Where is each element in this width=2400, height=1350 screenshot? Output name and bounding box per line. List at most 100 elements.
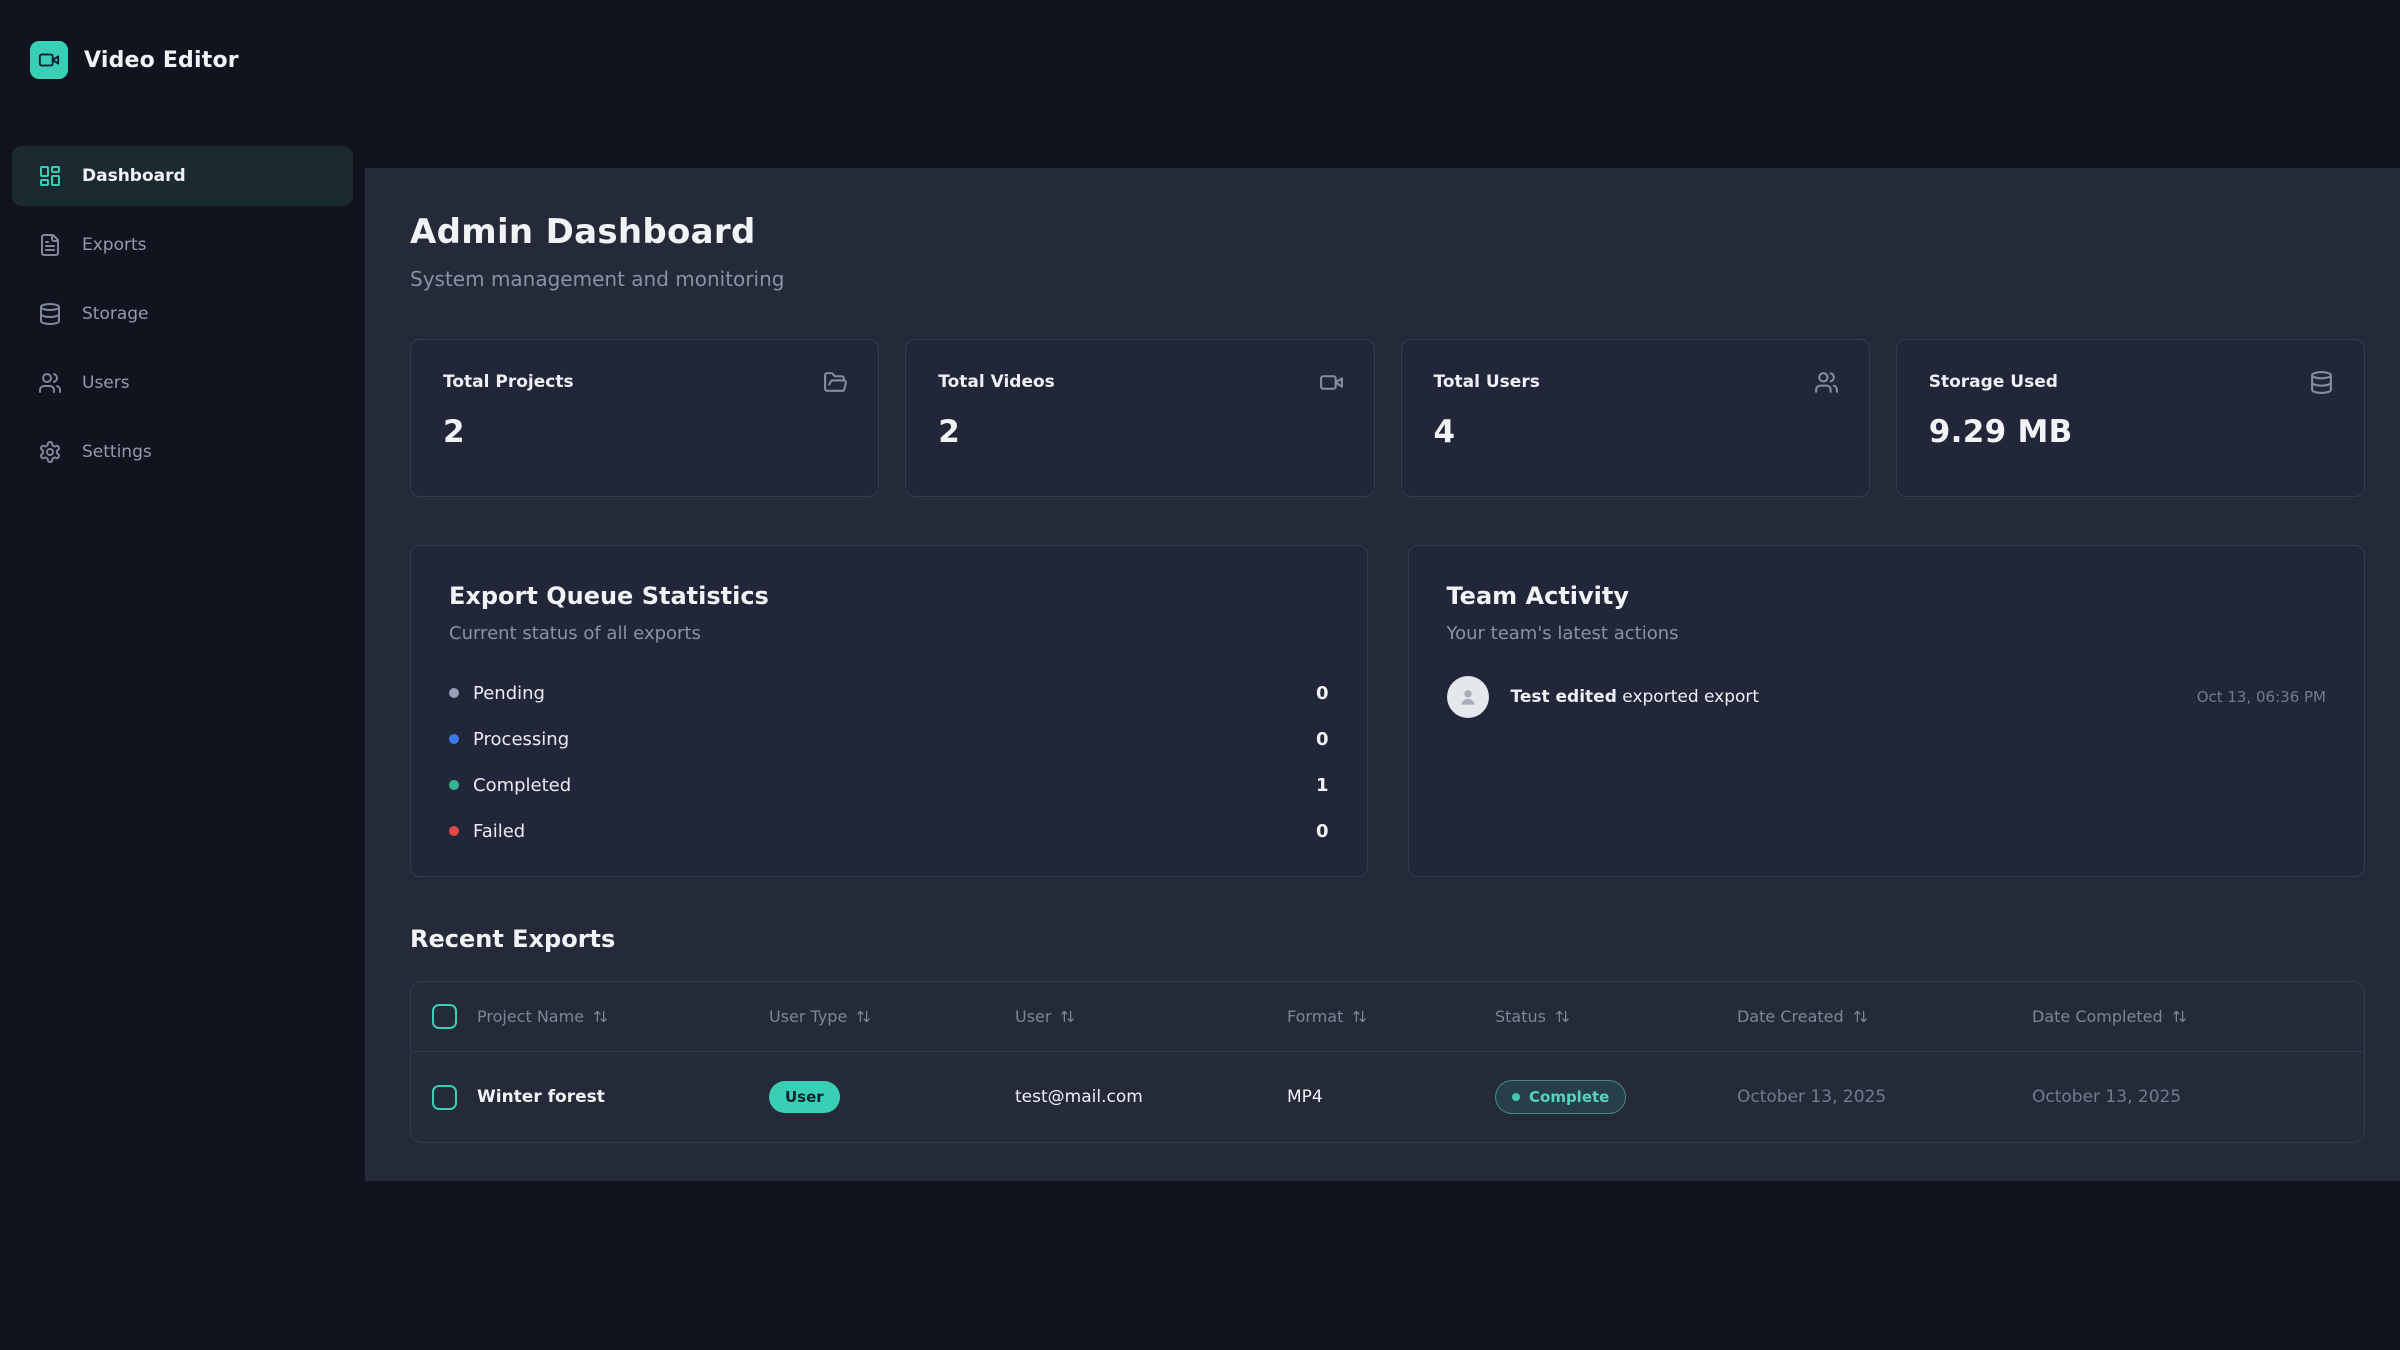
status-label: Complete — [1529, 1088, 1609, 1106]
sort-icon — [1060, 1009, 1075, 1024]
column-header-date-created[interactable]: Date Created — [1737, 1007, 2032, 1026]
stat-card-total-videos: Total Videos 2 — [905, 339, 1374, 497]
sort-icon — [593, 1009, 608, 1024]
sidebar-item-settings[interactable]: Settings — [12, 422, 353, 482]
column-label: User Type — [769, 1007, 847, 1026]
users-icon — [38, 371, 62, 395]
queue-value: 0 — [1316, 821, 1329, 842]
stat-label: Total Users — [1434, 372, 1837, 392]
folder-open-icon — [823, 370, 848, 395]
video-camera-icon — [1319, 370, 1344, 395]
middle-panels: Export Queue Statistics Current status o… — [410, 545, 2365, 877]
column-header-user[interactable]: User — [1015, 1007, 1287, 1026]
status-badge: Complete — [1495, 1080, 1626, 1114]
status-dot — [1512, 1093, 1520, 1101]
stat-card-total-projects: Total Projects 2 — [410, 339, 879, 497]
stat-value: 2 — [443, 414, 846, 450]
queue-label: Pending — [473, 683, 545, 704]
column-label: Status — [1495, 1007, 1546, 1026]
sidebar-item-exports[interactable]: Exports — [12, 215, 353, 275]
queue-label: Processing — [473, 729, 569, 750]
sidebar-item-storage[interactable]: Storage — [12, 284, 353, 344]
sort-icon — [1853, 1009, 1868, 1024]
sidebar-item-label: Dashboard — [82, 166, 186, 186]
column-header-user-type[interactable]: User Type — [769, 1007, 1015, 1026]
database-icon — [38, 302, 62, 326]
recent-exports-table: Project Name User Type User Format Statu… — [410, 981, 2365, 1143]
column-label: Project Name — [477, 1007, 584, 1026]
page-title: Admin Dashboard — [410, 212, 2365, 252]
column-header-date-completed[interactable]: Date Completed — [2032, 1007, 2364, 1026]
cell-status: Complete — [1495, 1080, 1737, 1114]
queue-list: Pending 0 Processing 0 Completed 1 Faile… — [449, 670, 1329, 854]
column-label: Format — [1287, 1007, 1343, 1026]
cell-user-email: test@mail.com — [1015, 1087, 1287, 1107]
queue-row-completed: Completed 1 — [449, 762, 1329, 808]
stat-value: 4 — [1434, 414, 1837, 450]
completed-status-dot — [449, 780, 459, 790]
database-icon — [2309, 370, 2334, 395]
column-header-status[interactable]: Status — [1495, 1007, 1737, 1026]
stat-card-storage-used: Storage Used 9.29 MB — [1896, 339, 2365, 497]
panel-title: Export Queue Statistics — [449, 582, 1329, 610]
cell-date-completed: October 13, 2025 — [2032, 1087, 2364, 1107]
cell-format: MP4 — [1287, 1087, 1495, 1107]
panel-subtitle: Current status of all exports — [449, 623, 1329, 644]
sidebar: Video Editor Dashboard Exports Storage U… — [0, 0, 365, 1350]
table-header-row: Project Name User Type User Format Statu… — [411, 982, 2364, 1052]
activity-timestamp: Oct 13, 06:36 PM — [2197, 688, 2326, 706]
app-logo: Video Editor — [30, 40, 353, 80]
user-type-badge: User — [769, 1081, 840, 1113]
column-label: Date Created — [1737, 1007, 1844, 1026]
column-header-project-name[interactable]: Project Name — [477, 1007, 769, 1026]
activity-actor: Test edited — [1511, 687, 1617, 707]
column-label: Date Completed — [2032, 1007, 2163, 1026]
page-subtitle: System management and monitoring — [410, 267, 2365, 291]
stat-card-total-users: Total Users 4 — [1401, 339, 1870, 497]
table-row[interactable]: Winter forest User test@mail.com MP4 Com… — [411, 1052, 2364, 1142]
panel-title: Team Activity — [1447, 582, 2327, 610]
cell-project-name: Winter forest — [477, 1087, 769, 1107]
panel-subtitle: Your team's latest actions — [1447, 623, 2327, 644]
main-content: Admin Dashboard System management and mo… — [365, 168, 2400, 1181]
app-title: Video Editor — [84, 48, 239, 73]
stat-value: 9.29 MB — [1929, 414, 2332, 450]
processing-status-dot — [449, 734, 459, 744]
avatar — [1447, 676, 1489, 718]
dashboard-icon — [38, 164, 62, 188]
sidebar-item-label: Storage — [82, 304, 149, 324]
sort-icon — [856, 1009, 871, 1024]
select-all-checkbox[interactable] — [432, 1004, 457, 1029]
cell-date-created: October 13, 2025 — [1737, 1087, 2032, 1107]
stat-label: Storage Used — [1929, 372, 2332, 392]
select-all-cell — [411, 1004, 477, 1029]
cell-user-type: User — [769, 1081, 1015, 1113]
sidebar-item-users[interactable]: Users — [12, 353, 353, 413]
column-header-format[interactable]: Format — [1287, 1007, 1495, 1026]
pending-status-dot — [449, 688, 459, 698]
team-activity-panel: Team Activity Your team's latest actions… — [1408, 545, 2366, 877]
column-label: User — [1015, 1007, 1051, 1026]
activity-action: exported export — [1622, 687, 1759, 707]
sort-icon — [1555, 1009, 1570, 1024]
sort-icon — [1352, 1009, 1367, 1024]
export-queue-panel: Export Queue Statistics Current status o… — [410, 545, 1368, 877]
queue-row-failed: Failed 0 — [449, 808, 1329, 854]
failed-status-dot — [449, 826, 459, 836]
queue-value: 0 — [1316, 729, 1329, 750]
stat-label: Total Videos — [938, 372, 1341, 392]
stat-value: 2 — [938, 414, 1341, 450]
stats-row: Total Projects 2 Total Videos 2 Total Us… — [410, 339, 2365, 497]
sidebar-item-label: Settings — [82, 442, 152, 462]
file-text-icon — [38, 233, 62, 257]
queue-value: 1 — [1316, 775, 1329, 796]
queue-value: 0 — [1316, 683, 1329, 704]
sidebar-item-label: Exports — [82, 235, 147, 255]
sidebar-item-dashboard[interactable]: Dashboard — [12, 146, 353, 206]
sort-icon — [2172, 1009, 2187, 1024]
sidebar-item-label: Users — [82, 373, 130, 393]
activity-text: Test edited exported export — [1511, 687, 1760, 707]
row-checkbox[interactable] — [432, 1085, 457, 1110]
video-camera-logo-icon — [30, 41, 68, 79]
queue-label: Completed — [473, 775, 571, 796]
